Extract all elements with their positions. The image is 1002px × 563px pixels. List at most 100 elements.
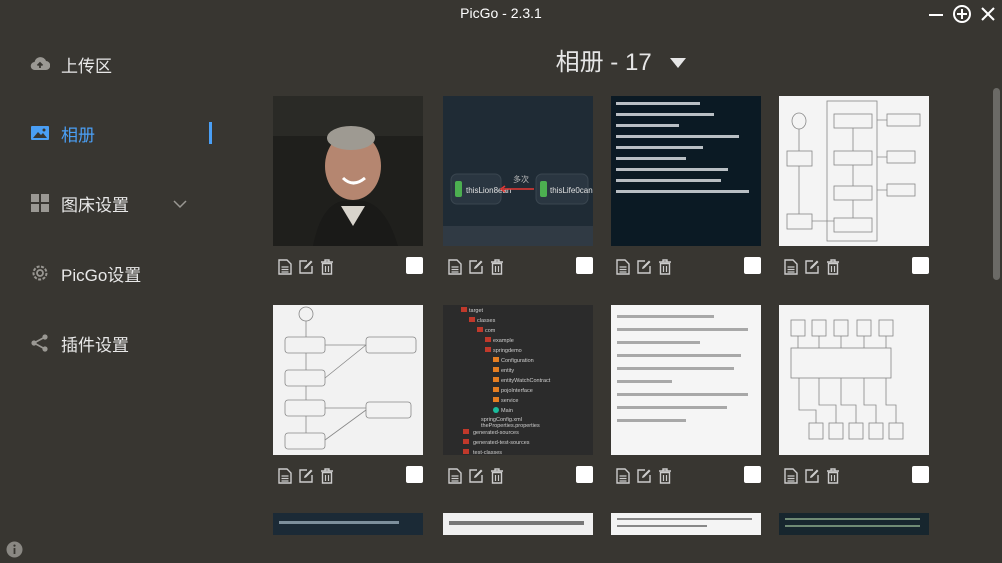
image-card (611, 96, 761, 275)
copy-link-icon[interactable] (275, 258, 294, 276)
sidebar-item-upload[interactable]: 上传区 (30, 49, 215, 79)
image-card (273, 513, 423, 535)
delete-icon[interactable] (655, 467, 674, 485)
tree-line: Main (501, 408, 513, 414)
tree-line: generated-sources (473, 430, 519, 436)
maximize-icon[interactable] (952, 4, 972, 24)
chevron-down-icon (173, 194, 187, 214)
tree-line: Configuration (501, 358, 534, 364)
edit-icon[interactable] (802, 467, 821, 485)
copy-link-icon[interactable] (445, 467, 464, 485)
image-thumbnail[interactable] (779, 96, 929, 246)
image-thumbnail[interactable] (779, 513, 929, 535)
select-checkbox[interactable] (406, 257, 423, 274)
edit-icon[interactable] (296, 258, 315, 276)
select-checkbox[interactable] (406, 466, 423, 483)
select-checkbox[interactable] (912, 466, 929, 483)
edit-icon[interactable] (296, 467, 315, 485)
image-card (779, 305, 929, 484)
copy-link-icon[interactable] (781, 467, 800, 485)
copy-link-icon[interactable] (445, 258, 464, 276)
delete-icon[interactable] (317, 467, 336, 485)
image-card (273, 96, 423, 275)
edit-icon[interactable] (634, 258, 653, 276)
image-card (779, 96, 929, 275)
image-card: thisLion8ean thisLife0can 多次 (443, 96, 593, 275)
image-thumbnail[interactable] (273, 96, 423, 246)
title-bar: PicGo - 2.3.1 (0, 0, 1002, 28)
caret-down-icon (670, 47, 687, 75)
share-icon (30, 333, 50, 353)
copy-link-icon[interactable] (613, 467, 632, 485)
image-thumbnail[interactable] (611, 305, 761, 455)
tree-line: target (469, 308, 484, 314)
tree-line: entity (501, 368, 514, 374)
sidebar: 上传区 相册 图床设置 PicGo设置 插件设置 (0, 28, 240, 563)
sidebar-item-picbed-settings[interactable]: 图床设置 (30, 188, 215, 218)
delete-icon[interactable] (317, 258, 336, 276)
svg-text:thisLife0can: thisLife0can (550, 186, 593, 195)
image-thumbnail[interactable] (611, 513, 761, 535)
image-thumbnail[interactable] (273, 305, 423, 455)
tree-line: service (501, 398, 518, 404)
image-thumbnail[interactable] (273, 513, 423, 535)
image-thumbnail[interactable] (611, 96, 761, 246)
copy-link-icon[interactable] (275, 467, 294, 485)
gear-icon (30, 263, 50, 283)
tree-line: entityWatchContract (501, 378, 551, 384)
tree-line: springdemo (493, 348, 522, 354)
active-indicator (209, 122, 212, 144)
select-checkbox[interactable] (576, 466, 593, 483)
album-title-dropdown[interactable]: 相册 - 17 (240, 42, 1002, 78)
copy-link-icon[interactable] (781, 258, 800, 276)
edit-icon[interactable] (802, 258, 821, 276)
edit-icon[interactable] (466, 467, 485, 485)
image-card (779, 513, 929, 535)
delete-icon[interactable] (487, 467, 506, 485)
select-checkbox[interactable] (576, 257, 593, 274)
scrollbar[interactable] (993, 88, 1000, 280)
sidebar-item-gallery[interactable]: 相册 (30, 118, 215, 148)
sidebar-item-label: 插件设置 (61, 335, 129, 355)
image-thumbnail[interactable] (443, 513, 593, 535)
gallery-main: 相册 - 17 thisLion8ean thisLife0can 多次 tar… (240, 28, 1002, 563)
image-card (611, 305, 761, 484)
tree-line: generated-test-sources (473, 440, 530, 446)
delete-icon[interactable] (655, 258, 674, 276)
delete-icon[interactable] (823, 258, 842, 276)
image-thumbnail[interactable]: target classes com example springdemo Co… (443, 305, 593, 455)
image-card (273, 305, 423, 484)
sidebar-item-picgo-settings[interactable]: PicGo设置 (30, 258, 215, 288)
page-title: 相册 - 17 (555, 49, 652, 76)
svg-text:thisLion8ean: thisLion8ean (466, 186, 511, 195)
image-card (611, 513, 761, 535)
info-icon[interactable] (6, 541, 23, 558)
image-card (443, 513, 593, 535)
edit-icon[interactable] (466, 258, 485, 276)
edit-icon[interactable] (634, 467, 653, 485)
tree-line: example (493, 338, 514, 344)
delete-icon[interactable] (823, 467, 842, 485)
sidebar-item-label: 上传区 (61, 56, 112, 76)
cloud-upload-icon (30, 54, 50, 74)
select-checkbox[interactable] (912, 257, 929, 274)
minimize-icon[interactable] (926, 4, 946, 24)
select-checkbox[interactable] (744, 466, 761, 483)
close-icon[interactable] (978, 4, 998, 24)
copy-link-icon[interactable] (613, 258, 632, 276)
sidebar-item-plugin-settings[interactable]: 插件设置 (30, 328, 215, 358)
image-thumbnail[interactable] (779, 305, 929, 455)
tree-line: com (485, 328, 496, 334)
tree-line: classes (477, 318, 496, 324)
svg-text:多次: 多次 (513, 174, 529, 184)
select-checkbox[interactable] (744, 257, 761, 274)
sidebar-item-label: 相册 (61, 125, 95, 145)
sidebar-item-label: 图床设置 (61, 195, 129, 215)
window-title: PicGo - 2.3.1 (460, 5, 542, 21)
grid-icon (30, 193, 50, 213)
image-thumbnail[interactable]: thisLion8ean thisLife0can 多次 (443, 96, 593, 246)
delete-icon[interactable] (487, 258, 506, 276)
tree-line: test-classes (473, 450, 502, 455)
sidebar-item-label: PicGo设置 (61, 265, 142, 285)
image-card: target classes com example springdemo Co… (443, 305, 593, 484)
